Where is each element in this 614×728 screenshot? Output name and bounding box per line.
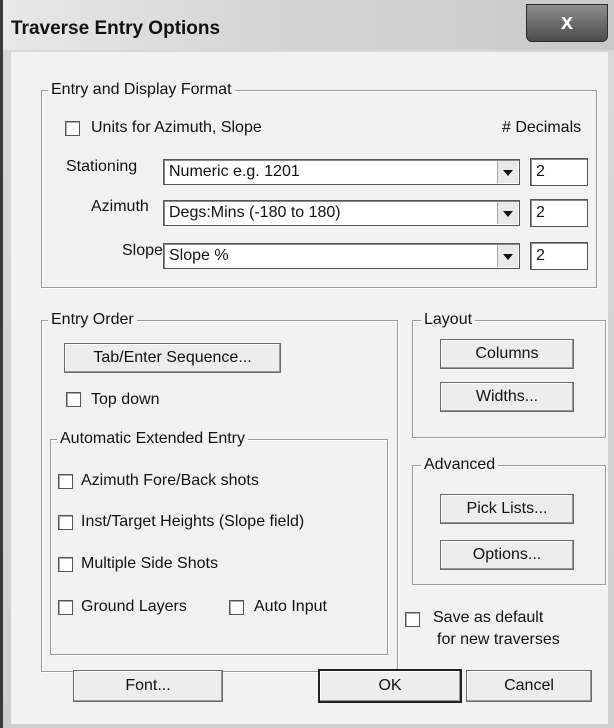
chevron-down-icon[interactable] bbox=[497, 245, 518, 267]
layout-group: Layout Columns Widths... bbox=[412, 310, 606, 438]
entry-display-format-group: Entry and Display Format Units for Azimu… bbox=[41, 80, 597, 288]
top-down-checkbox[interactable] bbox=[66, 392, 81, 407]
azimuth-decimals-value: 2 bbox=[536, 204, 545, 221]
font-button[interactable]: Font... bbox=[73, 670, 223, 702]
multiple-side-shots-checkbox[interactable] bbox=[58, 557, 73, 572]
ground-layers-label: Ground Layers bbox=[81, 598, 187, 615]
chevron-down-icon[interactable] bbox=[497, 202, 518, 224]
stationing-decimals-input[interactable]: 2 bbox=[530, 158, 588, 186]
slope-select[interactable]: Slope % bbox=[163, 243, 520, 269]
cancel-button[interactable]: Cancel bbox=[466, 670, 592, 702]
save-as-default-label-line2: for new traverses bbox=[437, 631, 560, 648]
columns-button[interactable]: Columns bbox=[440, 339, 574, 369]
top-down-label: Top down bbox=[91, 391, 160, 408]
title-bar[interactable]: Traverse Entry Options x bbox=[3, 0, 614, 50]
entry-order-group: Entry Order Tab/Enter Sequence... Top do… bbox=[41, 310, 398, 672]
slope-value: Slope % bbox=[169, 247, 229, 264]
advanced-legend: Advanced bbox=[421, 455, 499, 475]
traverse-entry-options-dialog: Traverse Entry Options x Entry and Displ… bbox=[0, 0, 614, 728]
slope-label: Slope bbox=[122, 242, 163, 259]
slope-decimals-input[interactable]: 2 bbox=[530, 242, 588, 270]
stationing-label: Stationing bbox=[66, 158, 138, 175]
azimuth-fore-back-label: Azimuth Fore/Back shots bbox=[81, 472, 259, 489]
options-button[interactable]: Options... bbox=[440, 540, 574, 570]
chevron-down-icon[interactable] bbox=[497, 161, 518, 183]
inst-target-heights-checkbox[interactable] bbox=[58, 515, 73, 530]
auto-input-label: Auto Input bbox=[254, 598, 327, 615]
layout-legend: Layout bbox=[421, 310, 476, 330]
stationing-decimals-value: 2 bbox=[536, 163, 545, 180]
dialog-body: Entry and Display Format Units for Azimu… bbox=[11, 52, 608, 724]
azimuth-select[interactable]: Degs:Mins (-180 to 180) bbox=[163, 200, 520, 226]
close-button[interactable]: x bbox=[526, 4, 608, 42]
stationing-value: Numeric e.g. 1201 bbox=[169, 163, 300, 180]
pick-lists-button[interactable]: Pick Lists... bbox=[440, 494, 574, 524]
units-azimuth-slope-checkbox[interactable] bbox=[65, 121, 80, 136]
units-azimuth-slope-label: Units for Azimuth, Slope bbox=[91, 119, 262, 136]
widths-button[interactable]: Widths... bbox=[440, 382, 574, 412]
decimals-header: # Decimals bbox=[502, 119, 582, 136]
azimuth-fore-back-checkbox[interactable] bbox=[58, 474, 73, 489]
auto-input-checkbox[interactable] bbox=[229, 600, 244, 615]
dialog-title: Traverse Entry Options bbox=[11, 18, 221, 39]
inst-target-heights-label: Inst/Target Heights (Slope field) bbox=[81, 513, 305, 530]
advanced-group: Advanced Pick Lists... Options... bbox=[412, 455, 606, 585]
automatic-extended-entry-group: Automatic Extended Entry Azimuth Fore/Ba… bbox=[50, 429, 388, 655]
entry-display-format-legend: Entry and Display Format bbox=[48, 80, 235, 100]
save-as-default-label-line1: Save as default bbox=[433, 609, 544, 626]
stationing-select[interactable]: Numeric e.g. 1201 bbox=[163, 159, 520, 185]
tab-enter-sequence-button[interactable]: Tab/Enter Sequence... bbox=[64, 343, 281, 373]
azimuth-label: Azimuth bbox=[91, 198, 149, 215]
azimuth-value: Degs:Mins (-180 to 180) bbox=[169, 204, 341, 221]
entry-order-legend: Entry Order bbox=[48, 310, 137, 330]
ground-layers-checkbox[interactable] bbox=[58, 600, 73, 615]
ok-button[interactable]: OK bbox=[318, 669, 462, 703]
slope-decimals-value: 2 bbox=[536, 247, 545, 264]
save-as-default-checkbox[interactable] bbox=[405, 612, 420, 627]
multiple-side-shots-label: Multiple Side Shots bbox=[81, 555, 218, 572]
azimuth-decimals-input[interactable]: 2 bbox=[530, 199, 588, 227]
automatic-extended-entry-legend: Automatic Extended Entry bbox=[57, 429, 248, 449]
